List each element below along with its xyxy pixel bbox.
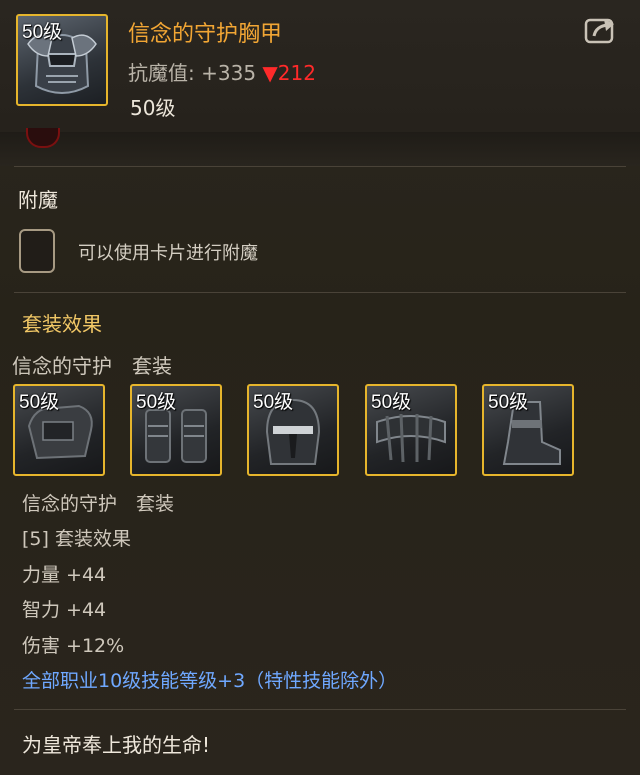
item-tooltip-panel: 50级 信念的守护胸甲 抗魔值: +335 ▼212 50级 附魔 可以使用卡片… bbox=[0, 0, 640, 775]
item-stat-line: 抗魔值: +335 ▼212 bbox=[128, 57, 316, 86]
set-piece-level-tag: 50级 bbox=[19, 392, 60, 413]
set-piece-level-tag: 50级 bbox=[371, 392, 412, 413]
set-name: 信念的守护 套装 bbox=[12, 354, 172, 378]
divider bbox=[14, 166, 626, 167]
enchant-slot-text: 可以使用卡片进行附魔 bbox=[78, 243, 258, 264]
header-shadow bbox=[0, 132, 640, 166]
set-piece-leg-armor[interactable]: 50级 bbox=[130, 384, 222, 476]
set-line-name: 信念的守护 套装 bbox=[22, 493, 175, 515]
item-header: 50级 信念的守护胸甲 抗魔值: +335 ▼212 50级 bbox=[0, 0, 640, 132]
enchant-card-slot[interactable] bbox=[19, 229, 55, 273]
set-line-bonus-header: [5] 套装效果 bbox=[22, 528, 131, 550]
item-name: 信念的守护胸甲 bbox=[128, 22, 283, 47]
share-icon[interactable] bbox=[584, 16, 618, 44]
flavor-text: 为皇帝奉上我的生命! bbox=[22, 733, 211, 757]
stat-diff-down: ▼212 bbox=[262, 61, 316, 85]
set-piece-level-tag: 50级 bbox=[488, 392, 529, 413]
set-line-skill-bonus: 全部职业10级技能等级+3（特性技能除外） bbox=[22, 670, 398, 692]
stat-label: 抗魔值: bbox=[128, 61, 195, 85]
set-line-strength: 力量 +44 bbox=[22, 564, 107, 586]
set-piece-level-tag: 50级 bbox=[136, 392, 177, 413]
item-level-tag: 50级 bbox=[22, 22, 63, 43]
divider bbox=[14, 709, 626, 710]
chest-armor-icon[interactable]: 50级 bbox=[16, 14, 108, 106]
set-piece-belt[interactable]: 50级 bbox=[365, 384, 457, 476]
set-piece-level-tag: 50级 bbox=[253, 392, 294, 413]
stat-value: +335 bbox=[201, 61, 257, 85]
divider bbox=[14, 292, 626, 293]
set-effect-title: 套装效果 bbox=[22, 312, 102, 336]
set-piece-boots[interactable]: 50级 bbox=[482, 384, 574, 476]
set-line-intelligence: 智力 +44 bbox=[22, 599, 107, 621]
set-piece-helmet[interactable]: 50级 bbox=[247, 384, 339, 476]
set-line-damage: 伤害 +12% bbox=[22, 635, 125, 657]
set-piece-shoulder-armor[interactable]: 50级 bbox=[13, 384, 105, 476]
item-level-text: 50级 bbox=[130, 96, 176, 120]
enchant-title: 附魔 bbox=[18, 188, 58, 212]
